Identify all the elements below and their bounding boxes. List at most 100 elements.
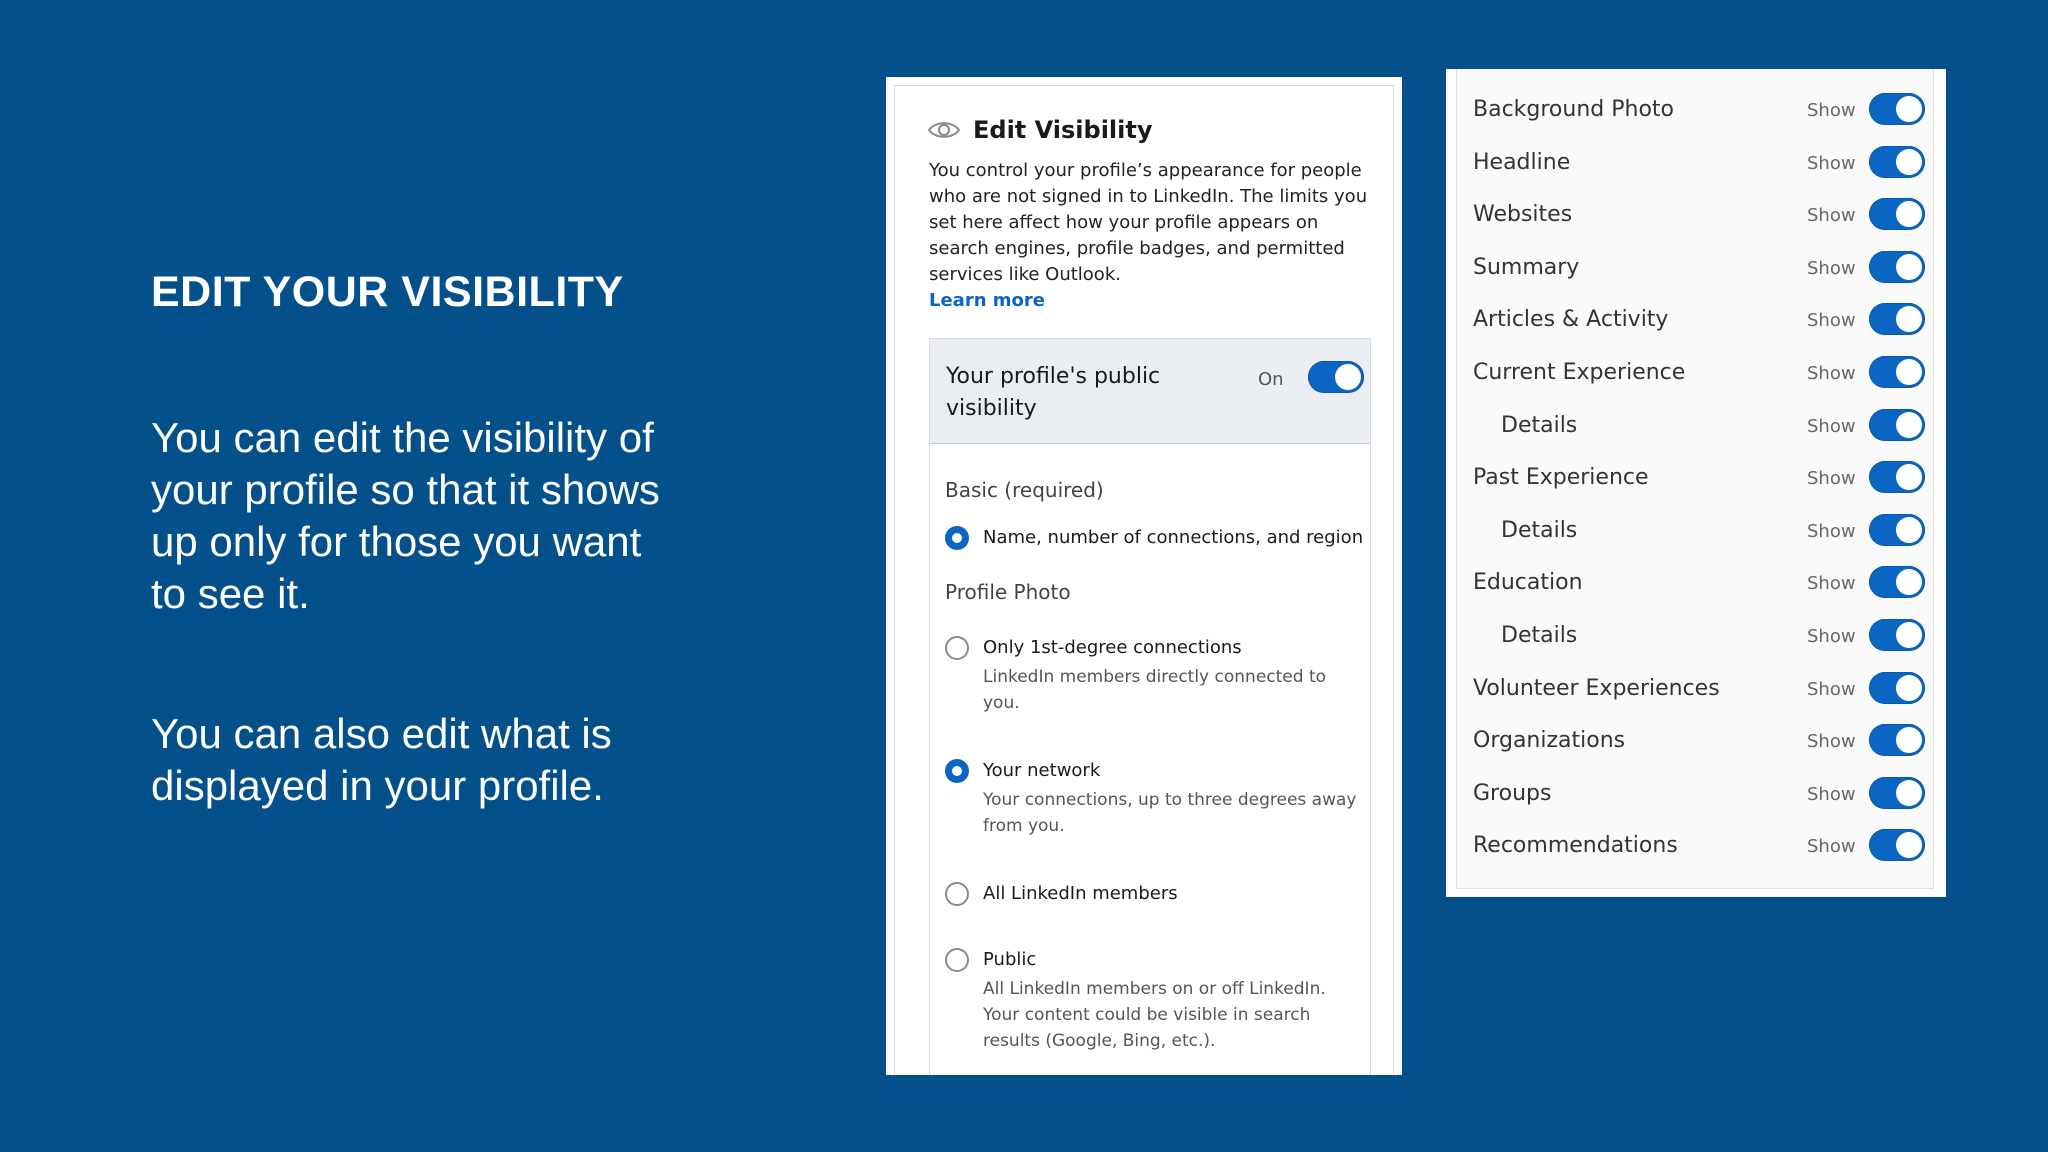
option-description: LinkedIn members directly connected to y…	[983, 667, 1327, 713]
section-label: Education	[1473, 570, 1583, 596]
section-label: Details	[1501, 412, 1578, 438]
toggle-knob	[1896, 201, 1922, 228]
section-toggle[interactable]	[1869, 356, 1925, 388]
option-label: All LinkedIn members	[983, 883, 1178, 904]
show-label: Show	[1807, 205, 1856, 227]
toggle-knob	[1896, 674, 1922, 701]
option-description: Your connections, up to three degrees aw…	[983, 790, 1357, 836]
edit-visibility-header: Edit Visibility	[927, 116, 1153, 144]
divider-right	[1370, 443, 1371, 1075]
section-label: Details	[1501, 517, 1578, 543]
section-row: Education Show	[1457, 556, 1933, 608]
toggle-knob	[1896, 359, 1922, 385]
slide-title: EDIT YOUR VISIBILITY	[151, 268, 624, 316]
show-label: Show	[1807, 836, 1856, 858]
section-row: Websites Show	[1457, 188, 1933, 240]
photo-option-first-degree[interactable]: Only 1st-degree connections LinkedIn mem…	[945, 636, 1363, 716]
section-label: Websites	[1473, 202, 1573, 228]
edit-visibility-description: You control your profile’s appearance fo…	[929, 160, 1368, 285]
toggle-knob	[1335, 364, 1361, 390]
basic-option[interactable]: Name, number of connections, and region	[945, 526, 1363, 550]
section-label: Volunteer Experiences	[1473, 675, 1720, 701]
basic-required-label: Basic (required)	[945, 478, 1104, 502]
public-visibility-toggle[interactable]	[1308, 361, 1364, 393]
radio-public[interactable]	[945, 948, 969, 972]
section-toggle[interactable]	[1869, 198, 1925, 231]
show-label: Show	[1807, 520, 1856, 542]
section-label: Current Experience	[1473, 360, 1686, 385]
show-label: Show	[1807, 626, 1856, 647]
section-row: Current Experience Show	[1457, 346, 1933, 398]
section-toggle[interactable]	[1869, 303, 1925, 336]
section-toggle[interactable]	[1869, 724, 1925, 757]
radio-your-network[interactable]	[945, 759, 969, 783]
section-label: Recommendations	[1473, 833, 1678, 859]
toggle-knob	[1896, 516, 1922, 543]
show-label: Show	[1807, 731, 1856, 753]
section-toggle[interactable]	[1869, 408, 1925, 441]
radio-all-members[interactable]	[945, 882, 969, 906]
show-label: Show	[1807, 415, 1856, 437]
section-toggle[interactable]	[1869, 671, 1925, 704]
toggle-knob	[1896, 253, 1922, 280]
section-visibility-panel: Background Photo Show Headline Show Websites…	[1446, 69, 1946, 897]
section-label: Headline	[1473, 149, 1571, 175]
show-label: Show	[1807, 257, 1856, 279]
toggle-knob	[1896, 148, 1922, 175]
section-toggle[interactable]	[1869, 250, 1925, 283]
edit-visibility-title: Edit Visibility	[973, 116, 1153, 144]
section-toggle[interactable]	[1869, 776, 1925, 809]
toggle-knob	[1896, 779, 1922, 806]
slide-paragraph-2: You can also edit what is displayed in y…	[151, 710, 612, 809]
section-row: Summary Show	[1457, 241, 1933, 293]
section-row: Groups Show	[1457, 767, 1933, 819]
show-label: Show	[1807, 152, 1856, 174]
show-label: Show	[1807, 468, 1856, 490]
section-toggle[interactable]	[1869, 513, 1925, 546]
photo-option-all-members[interactable]: All LinkedIn members	[945, 882, 1178, 906]
section-row: Headline Show	[1457, 136, 1933, 188]
section-label: Summary	[1473, 254, 1580, 280]
toggle-knob	[1896, 411, 1922, 438]
section-row: Details Show	[1457, 609, 1933, 661]
section-label: Groups	[1473, 780, 1552, 806]
toggle-knob	[1896, 306, 1922, 333]
section-label: Articles & Activity	[1473, 307, 1669, 333]
photo-option-public[interactable]: Public All LinkedIn members on or off Li…	[945, 948, 1363, 1054]
section-row: Background Photo Show	[1457, 83, 1933, 135]
section-toggle[interactable]	[1869, 93, 1925, 125]
section-row: Articles & Activity Show	[1457, 293, 1933, 345]
section-label: Background Photo	[1473, 97, 1674, 122]
show-label: Show	[1807, 573, 1856, 595]
option-label: Your network	[983, 760, 1101, 781]
toggle-knob	[1896, 464, 1922, 491]
toggle-knob	[1896, 622, 1922, 648]
toggle-knob	[1896, 569, 1922, 596]
toggle-knob	[1896, 832, 1922, 859]
section-toggle[interactable]	[1869, 829, 1925, 862]
option-label: Public	[983, 949, 1037, 970]
section-toggle[interactable]	[1869, 145, 1925, 178]
section-label: Organizations	[1473, 728, 1626, 754]
option-description: All LinkedIn members on or off LinkedIn.…	[983, 979, 1326, 1051]
section-row: Recommendations Show	[1457, 819, 1933, 871]
radio-first-degree[interactable]	[945, 636, 969, 660]
public-visibility-state: On	[1258, 369, 1284, 390]
learn-more-link[interactable]: Learn more	[929, 290, 1045, 311]
section-row: Details Show	[1457, 504, 1933, 556]
show-label: Show	[1807, 100, 1856, 121]
divider-left	[929, 443, 930, 1075]
section-toggle[interactable]	[1869, 566, 1925, 599]
edit-visibility-panel: Edit Visibility You control your profile…	[886, 77, 1402, 1075]
public-visibility-box: Your profile's public visibility On	[929, 338, 1371, 444]
profile-photo-label: Profile Photo	[945, 580, 1071, 604]
section-toggle[interactable]	[1869, 461, 1925, 494]
radio-basic[interactable]	[945, 526, 969, 550]
section-toggle[interactable]	[1869, 619, 1925, 651]
show-label: Show	[1807, 678, 1856, 700]
section-row: Details Show	[1457, 399, 1933, 451]
toggle-knob	[1896, 727, 1922, 754]
basic-option-label: Name, number of connections, and region	[983, 527, 1364, 548]
photo-option-your-network[interactable]: Your network Your connections, up to thr…	[945, 759, 1363, 839]
option-label: Only 1st-degree connections	[983, 637, 1242, 658]
